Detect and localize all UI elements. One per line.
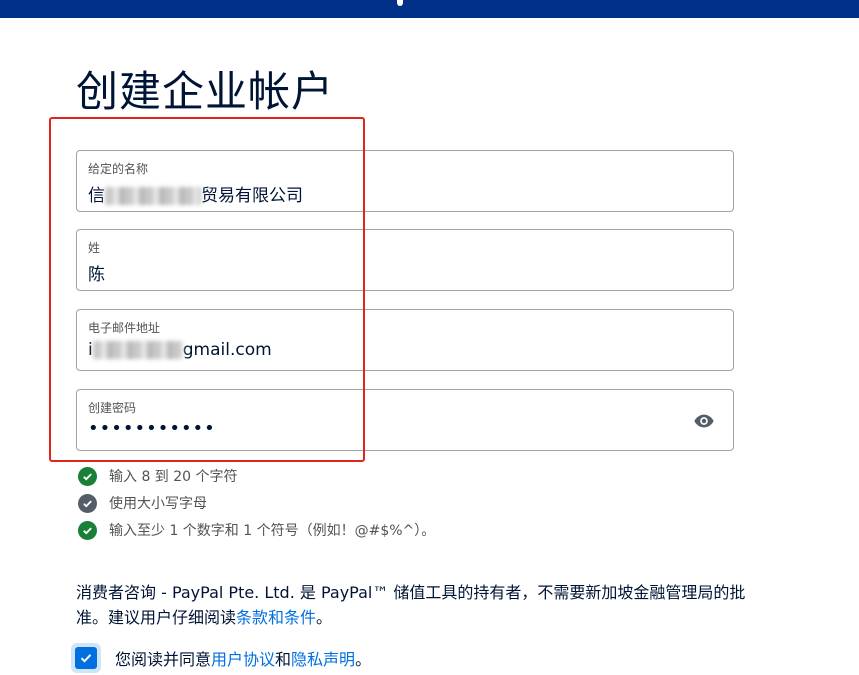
page-title: 创建企业帐户 <box>76 67 335 116</box>
checkmark-icon <box>75 647 97 669</box>
consumer-advisory-text: 消费者咨询 - PayPal Pte. Ltd. 是 PayPal™ 储值工具的… <box>76 583 746 627</box>
agree-checkbox[interactable] <box>71 643 101 673</box>
terms-link[interactable]: 条款和条件 <box>236 608 316 627</box>
password-rule-text: 使用大小写字母 <box>109 496 207 512</box>
consumer-advisory-notice: 消费者咨询 - PayPal Pte. Ltd. 是 PayPal™ 储值工具的… <box>76 580 756 630</box>
password-rule-text: 输入 8 到 20 个字符 <box>109 469 238 485</box>
consumer-advisory-suffix: 。 <box>316 608 333 627</box>
password-rule-case: 使用大小写字母 <box>78 493 207 513</box>
eye-icon[interactable] <box>693 410 715 432</box>
user-agreement-link[interactable]: 用户协议 <box>211 650 275 669</box>
check-circle-icon <box>78 493 97 513</box>
agreement-text: 您阅读并同意用户协议和隐私声明。 <box>115 646 371 670</box>
agreement-row: 您阅读并同意用户协议和隐私声明。 <box>71 642 371 674</box>
password-rule-symbols: 输入至少 1 个数字和 1 个符号（例如！@#$%^）。 <box>78 520 435 540</box>
check-circle-icon <box>78 466 97 486</box>
paypal-logo-fragment <box>397 0 403 6</box>
privacy-statement-link[interactable]: 隐私声明 <box>291 650 355 669</box>
check-circle-icon <box>78 520 97 540</box>
agreement-suffix: 。 <box>355 650 372 669</box>
agreement-middle: 和 <box>275 650 292 669</box>
password-rule-text: 输入至少 1 个数字和 1 个符号（例如！@#$%^）。 <box>109 523 436 539</box>
agreement-prefix: 您阅读并同意 <box>115 650 212 669</box>
password-rule-length: 输入 8 到 20 个字符 <box>78 466 238 486</box>
annotation-highlight-box <box>49 117 365 462</box>
brand-header-bar <box>0 0 859 18</box>
